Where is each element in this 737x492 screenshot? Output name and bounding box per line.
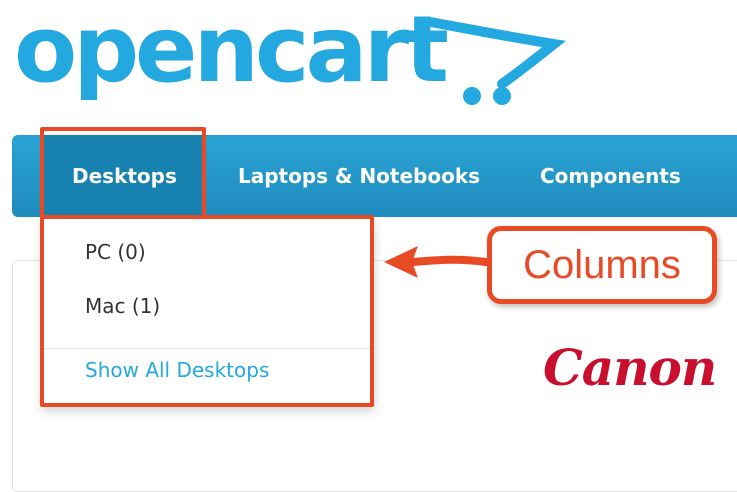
logo-text: opencart bbox=[14, 0, 449, 103]
columns-callout: Columns bbox=[487, 226, 717, 304]
nav-item-label: Components bbox=[540, 164, 681, 188]
nav-item-label: Laptops & Notebooks bbox=[238, 164, 481, 188]
highlight-box-nav bbox=[40, 127, 206, 219]
opencart-logo[interactable]: opencart bbox=[14, 4, 574, 112]
cart-icon bbox=[425, 17, 566, 105]
arrow-left-icon bbox=[384, 246, 488, 278]
highlight-box-dropdown bbox=[40, 215, 374, 407]
nav-item-laptops-notebooks[interactable]: Laptops & Notebooks bbox=[238, 135, 480, 217]
nav-item-components[interactable]: Components bbox=[540, 135, 681, 217]
canon-brand-logo[interactable]: Canon bbox=[543, 338, 717, 397]
